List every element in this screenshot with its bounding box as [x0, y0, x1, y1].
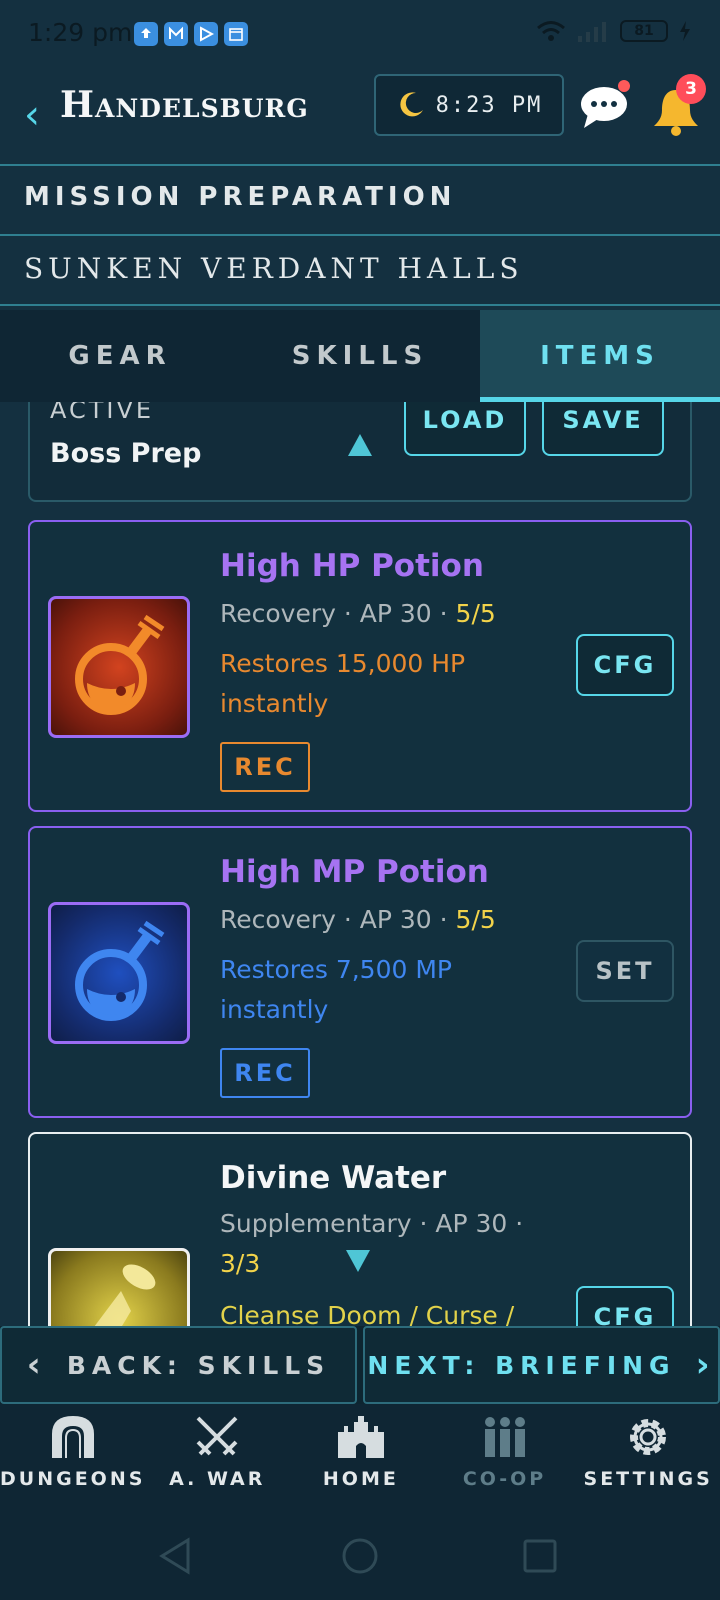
- item-meta: Recovery · AP 30 · 5/5: [220, 594, 550, 634]
- nav-label: CO-OP: [462, 1468, 547, 1490]
- back-chevron-icon[interactable]: ‹: [24, 92, 40, 138]
- system-back-icon[interactable]: [156, 1536, 196, 1576]
- scroll-down-icon[interactable]: [346, 1250, 370, 1272]
- notification-count-badge: 3: [676, 74, 706, 104]
- item-description: Restores 7,500 MP instantly: [220, 955, 452, 1024]
- nav-settings[interactable]: SETTINGS: [576, 1404, 720, 1514]
- clock-time: 8:23 PM: [435, 92, 543, 118]
- chat-unread-dot: [618, 80, 630, 92]
- item-description: Restores 15,000 HP instantly: [220, 649, 466, 718]
- loadout-name[interactable]: Boss Prep: [50, 438, 201, 469]
- system-navigation-bar: [0, 1514, 720, 1600]
- nav-a-war[interactable]: A. WAR: [145, 1404, 289, 1514]
- items-scroll-area[interactable]: ACTIVE Boss Prep LOAD SAVE High HP Potio…: [0, 402, 720, 1328]
- item-card-high-hp-potion[interactable]: High HP Potion Recovery · AP 30 · 5/5 Re…: [28, 520, 692, 812]
- item-description: Cleanse Doom / Curse /: [220, 1301, 515, 1328]
- crossed-swords-icon: [196, 1416, 238, 1456]
- tab-gear[interactable]: GEAR: [0, 310, 240, 402]
- item-category: Recovery · AP 30 ·: [220, 905, 456, 934]
- set-button[interactable]: SET: [576, 940, 674, 1002]
- load-button[interactable]: LOAD: [404, 402, 526, 456]
- item-name: High MP Potion: [220, 854, 489, 890]
- divider: [0, 234, 720, 236]
- back-label: BACK: SKILLS: [66, 1350, 331, 1380]
- battery-indicator: 81: [620, 20, 668, 42]
- notifications-button[interactable]: 3: [650, 74, 710, 138]
- upload-icon: [134, 22, 158, 46]
- flask-icon: [48, 1248, 190, 1328]
- divider: [0, 164, 720, 166]
- status-time: 1:29 pm: [28, 18, 133, 47]
- item-quantity: 5/5: [455, 905, 496, 934]
- system-home-icon[interactable]: [340, 1536, 380, 1576]
- item-quantity: 5/5: [455, 599, 496, 628]
- rec-tag: REC: [220, 742, 310, 792]
- dungeon-name: SUNKEN VERDANT HALLS: [24, 252, 524, 285]
- bottom-navigation: DUNGEONS A. WAR HOME CO-OP SETTINGS: [0, 1404, 720, 1514]
- cfg-button[interactable]: CFG: [576, 1286, 674, 1328]
- item-category: Recovery · AP 30 ·: [220, 599, 456, 628]
- next-label: NEXT: BRIEFING: [367, 1350, 676, 1380]
- collapse-up-icon[interactable]: [348, 434, 372, 456]
- archway-icon: [51, 1416, 94, 1458]
- item-category: Supplementary · AP 30 ·: [220, 1209, 524, 1238]
- nav-dungeons[interactable]: DUNGEONS: [0, 1404, 145, 1514]
- nav-label: A. WAR: [169, 1468, 266, 1490]
- nav-label: DUNGEONS: [0, 1468, 146, 1490]
- nav-label: HOME: [322, 1468, 399, 1490]
- nav-label: SETTINGS: [583, 1468, 713, 1490]
- item-meta: Supplementary · AP 30 · 3/3: [220, 1204, 550, 1284]
- system-recents-icon[interactable]: [520, 1536, 560, 1576]
- potion-icon: [48, 596, 190, 738]
- game-clock: 8:23 PM: [374, 74, 564, 136]
- cfg-button[interactable]: CFG: [576, 634, 674, 696]
- back-skills-button[interactable]: ‹ BACK: SKILLS: [0, 1326, 357, 1404]
- item-card-divine-water[interactable]: Divine Water Supplementary · AP 30 · 3/3…: [28, 1132, 692, 1328]
- chevron-left-icon: ‹: [26, 1345, 47, 1385]
- wifi-icon: [537, 21, 565, 41]
- status-right: 81: [536, 20, 692, 42]
- next-briefing-button[interactable]: NEXT: BRIEFING ›: [363, 1326, 720, 1404]
- chevron-right-icon: ›: [695, 1345, 716, 1385]
- rec-tag: REC: [220, 1048, 310, 1098]
- moon-icon: [400, 92, 423, 117]
- page-title: Handelsburg: [60, 84, 309, 126]
- castle-icon: [337, 1416, 384, 1458]
- group-icon: [484, 1417, 525, 1457]
- loadout-label: ACTIVE: [50, 402, 155, 424]
- tab-items[interactable]: ITEMS: [480, 310, 720, 402]
- tab-skills[interactable]: SKILLS: [240, 310, 480, 402]
- item-card-high-mp-potion[interactable]: High MP Potion Recovery · AP 30 · 5/5 Re…: [28, 826, 692, 1118]
- save-button[interactable]: SAVE: [542, 402, 664, 456]
- charging-icon: [680, 21, 690, 41]
- item-name: High HP Potion: [220, 548, 484, 584]
- calendar-icon: [224, 22, 248, 46]
- play-store-icon: [194, 22, 218, 46]
- section-title: MISSION PREPARATION: [24, 182, 457, 212]
- item-meta: Recovery · AP 30 · 5/5: [220, 900, 550, 940]
- signal-icon: [578, 22, 606, 42]
- gear-icon: [630, 1419, 667, 1455]
- tab-bar: GEAR SKILLS ITEMS: [0, 310, 720, 402]
- item-name: Divine Water: [220, 1160, 447, 1196]
- app-header: ‹ Handelsburg 8:23 PM 3: [0, 68, 720, 164]
- nav-home[interactable]: HOME: [289, 1404, 433, 1514]
- potion-icon: [48, 902, 190, 1044]
- status-bar: 1:29 pm 81: [0, 0, 720, 68]
- mail-icon: [164, 22, 188, 46]
- item-quantity: 3/3: [220, 1249, 261, 1278]
- step-navigation: ‹ BACK: SKILLS NEXT: BRIEFING ›: [0, 1326, 720, 1404]
- divider: [0, 304, 720, 306]
- nav-co-op[interactable]: CO-OP: [433, 1404, 577, 1514]
- loadout-panel: ACTIVE Boss Prep LOAD SAVE: [28, 402, 692, 502]
- chat-button[interactable]: [578, 78, 634, 134]
- status-app-icons: [134, 22, 248, 46]
